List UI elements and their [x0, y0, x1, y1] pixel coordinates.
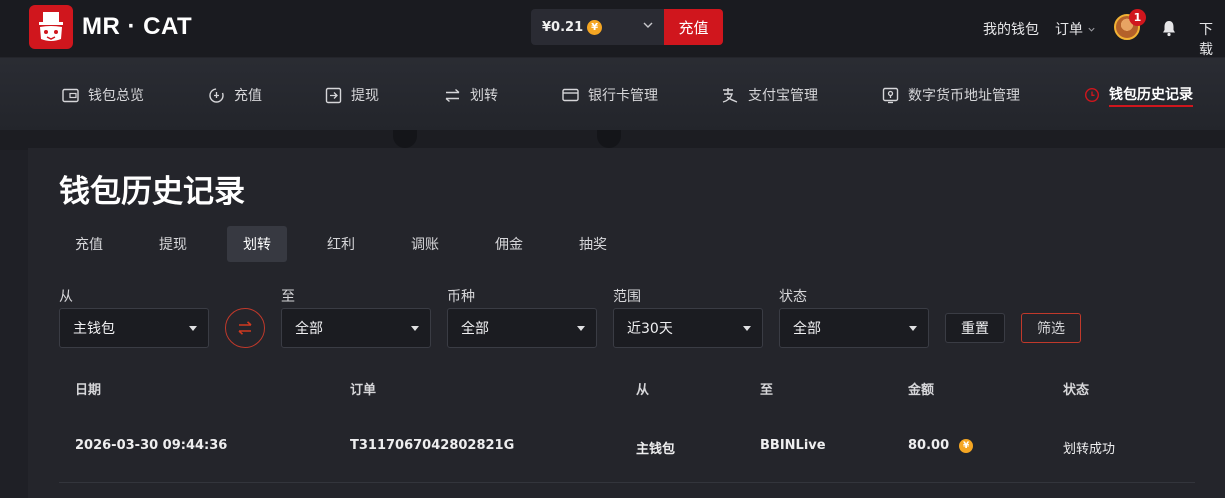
coin-icon: ¥ [959, 438, 974, 453]
row-divider [59, 482, 1195, 483]
column-header-to: 至 [760, 383, 774, 398]
range-select[interactable]: 近30天 [613, 308, 763, 348]
subnav-label: 划转 [470, 88, 498, 104]
caret-down-icon [411, 326, 419, 331]
tab-withdraw[interactable]: 提现 [143, 226, 203, 262]
swap-direction-button[interactable] [225, 308, 265, 348]
caret-down-icon [743, 326, 751, 331]
wallet-icon [62, 88, 79, 102]
balance-amount: ¥0.21 [542, 19, 584, 35]
notification-badge: 1 [1129, 9, 1146, 26]
mr-cat-logo[interactable] [29, 5, 73, 49]
cat-hat-logo-icon [39, 12, 63, 41]
chevron-down-icon [1088, 27, 1095, 32]
row-to: BBINLive [760, 438, 826, 453]
top-bar: MR · CAT ¥0.21 ¥ 充值 我的钱包 订单 1 下载 [0, 0, 1225, 58]
row-order: T3117067042802821G [350, 438, 515, 453]
currency-label: 币种 [447, 289, 475, 305]
from-select-value: 主钱包 [73, 321, 115, 337]
column-header-date: 日期 [75, 383, 102, 398]
bank-card-icon [562, 88, 579, 102]
alipay-icon [722, 87, 738, 103]
row-date: 2026-03-30 09:44:36 [75, 438, 228, 453]
coin-icon: ¥ [587, 19, 603, 35]
bell-icon[interactable] [1160, 19, 1178, 41]
subnav-item-wallet-overview[interactable]: 钱包总览 [62, 84, 144, 106]
row-from: 主钱包 [636, 442, 676, 457]
currency-select[interactable]: 全部 [447, 308, 597, 348]
page-title: 钱包历史记录 [59, 174, 245, 210]
history-clock-icon [1084, 87, 1100, 103]
filter-button[interactable]: 筛选 [1021, 313, 1081, 343]
row-amount: 80.00 [908, 438, 950, 453]
subnav-label: 钱包总览 [88, 88, 144, 104]
to-select-value: 全部 [295, 321, 323, 337]
withdraw-icon [325, 87, 342, 103]
subnav-item-bank-card[interactable]: 银行卡管理 [562, 84, 658, 106]
subnav-item-deposit[interactable]: 充值 [208, 84, 262, 106]
reset-button[interactable]: 重置 [945, 313, 1005, 343]
column-header-from: 从 [636, 383, 650, 398]
my-wallet-link[interactable]: 我的钱包 [983, 19, 1039, 39]
status-select-value: 全部 [793, 321, 821, 337]
recharge-button[interactable]: 充值 [664, 9, 723, 45]
subnav-label: 提现 [351, 88, 379, 104]
deposit-icon [209, 87, 224, 103]
subnav-label: 银行卡管理 [588, 88, 658, 104]
download-link[interactable]: 下载 [1199, 19, 1225, 59]
tab-adjustment[interactable]: 调账 [395, 226, 455, 262]
subnav-label: 充值 [234, 88, 262, 104]
caret-down-icon [909, 326, 917, 331]
orders-label: 订单 [1055, 22, 1083, 38]
tab-deposit[interactable]: 充值 [59, 226, 119, 262]
orders-menu[interactable]: 订单 [1055, 19, 1096, 39]
from-select[interactable]: 主钱包 [59, 308, 209, 348]
to-select[interactable]: 全部 [281, 308, 431, 348]
row-amount-cell: 80.00 ¥ [908, 438, 974, 453]
balance-dropdown[interactable]: ¥0.21 ¥ [531, 9, 664, 45]
subnav-label: 数字货币地址管理 [908, 88, 1020, 104]
subnav-item-wallet-history[interactable]: 钱包历史记录 [1084, 84, 1193, 107]
subnav-label: 钱包历史记录 [1109, 84, 1193, 107]
subnav-item-alipay[interactable]: 支付宝管理 [721, 84, 818, 106]
caret-down-icon [577, 326, 585, 331]
tab-bonus[interactable]: 红利 [311, 226, 371, 262]
tab-commission[interactable]: 佣金 [479, 226, 539, 262]
subnav-label: 支付宝管理 [748, 88, 818, 104]
column-header-status: 状态 [1063, 383, 1090, 398]
crypto-address-icon [882, 87, 899, 103]
subnav-item-crypto-address[interactable]: 数字货币地址管理 [882, 84, 1020, 106]
subnav-item-transfer[interactable]: 划转 [444, 84, 498, 106]
status-select[interactable]: 全部 [779, 308, 929, 348]
wallet-subnav: 钱包总览 充值 提现 划转 银行卡管理 支付宝管理 数字货币地址管理 钱包历史记… [0, 58, 1225, 130]
tab-lottery[interactable]: 抽奖 [563, 226, 623, 262]
currency-select-value: 全部 [461, 321, 489, 337]
column-header-order: 订单 [350, 383, 377, 398]
to-label: 至 [281, 289, 295, 305]
chevron-down-icon [642, 19, 654, 34]
caret-down-icon [189, 326, 197, 331]
from-label: 从 [59, 289, 73, 305]
row-status: 划转成功 [1063, 442, 1116, 457]
column-header-amount: 金额 [908, 383, 935, 398]
tab-transfer[interactable]: 划转 [227, 226, 287, 262]
swap-arrows-icon [238, 321, 252, 335]
subnav-item-withdraw[interactable]: 提现 [325, 84, 379, 106]
range-label: 范围 [613, 289, 641, 305]
range-select-value: 近30天 [627, 321, 673, 337]
brand-name: MR · CAT [82, 13, 193, 40]
transfer-icon [445, 88, 460, 102]
status-label: 状态 [779, 289, 807, 305]
